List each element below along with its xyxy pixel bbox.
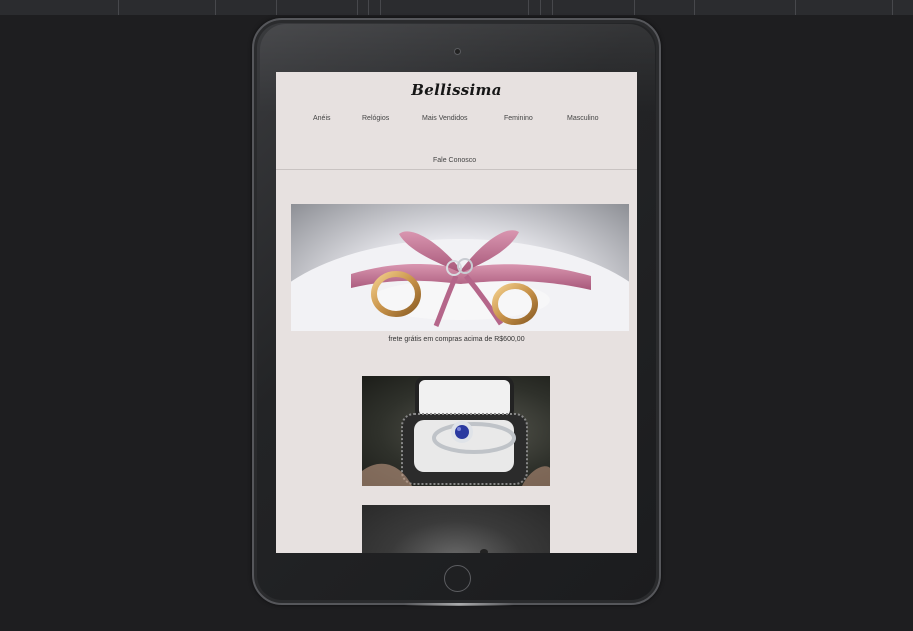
free-shipping-caption: frete grátis em compras acima de R$600,0… (388, 336, 525, 343)
toolbar-segment[interactable] (695, 0, 796, 15)
toolbar-segment[interactable] (119, 0, 216, 15)
product-image-sapphire-ring[interactable] (362, 376, 550, 486)
tablet-edge-highlight (404, 603, 514, 606)
toolbar-segment[interactable] (553, 0, 635, 15)
hero-banner-image (291, 204, 629, 331)
toolbar-segment[interactable] (541, 0, 553, 15)
camera-icon (454, 48, 461, 55)
main-nav: Anéis Relógios Mais Vendidos Feminino Ma… (276, 115, 637, 164)
pillow-rings-illustration (291, 230, 629, 331)
toolbar-segment[interactable] (0, 0, 119, 15)
nav-item-fale-conosco[interactable]: Fale Conosco (433, 157, 476, 164)
nav-item-feminino[interactable]: Feminino (504, 115, 533, 122)
dark-product-illustration (480, 549, 488, 553)
product-image-dark[interactable] (362, 505, 550, 553)
toolbar-segment[interactable] (216, 0, 277, 15)
nav-divider (276, 169, 637, 170)
toolbar-segment[interactable] (796, 0, 893, 15)
toolbar-segment[interactable] (529, 0, 541, 15)
ring-box-illustration (362, 376, 550, 486)
toolbar-segment[interactable] (893, 0, 913, 15)
site-logo[interactable]: Bellissima (276, 81, 637, 99)
toolbar-segment[interactable] (369, 0, 381, 15)
nav-item-mais-vendidos[interactable]: Mais Vendidos (422, 115, 468, 122)
nav-item-relogios[interactable]: Relógios (362, 115, 389, 122)
toolbar-segment[interactable] (635, 0, 695, 15)
toolbar-segment[interactable] (277, 0, 358, 15)
website-viewport[interactable]: Bellissima Anéis Relógios Mais Vendidos … (276, 72, 637, 553)
toolbar-segment[interactable] (358, 0, 369, 15)
toolbar-segment[interactable] (381, 0, 529, 15)
nav-item-aneis[interactable]: Anéis (313, 115, 331, 122)
nav-item-masculino[interactable]: Masculino (567, 115, 599, 122)
browser-toolbar (0, 0, 913, 15)
home-button-icon[interactable] (444, 565, 471, 592)
